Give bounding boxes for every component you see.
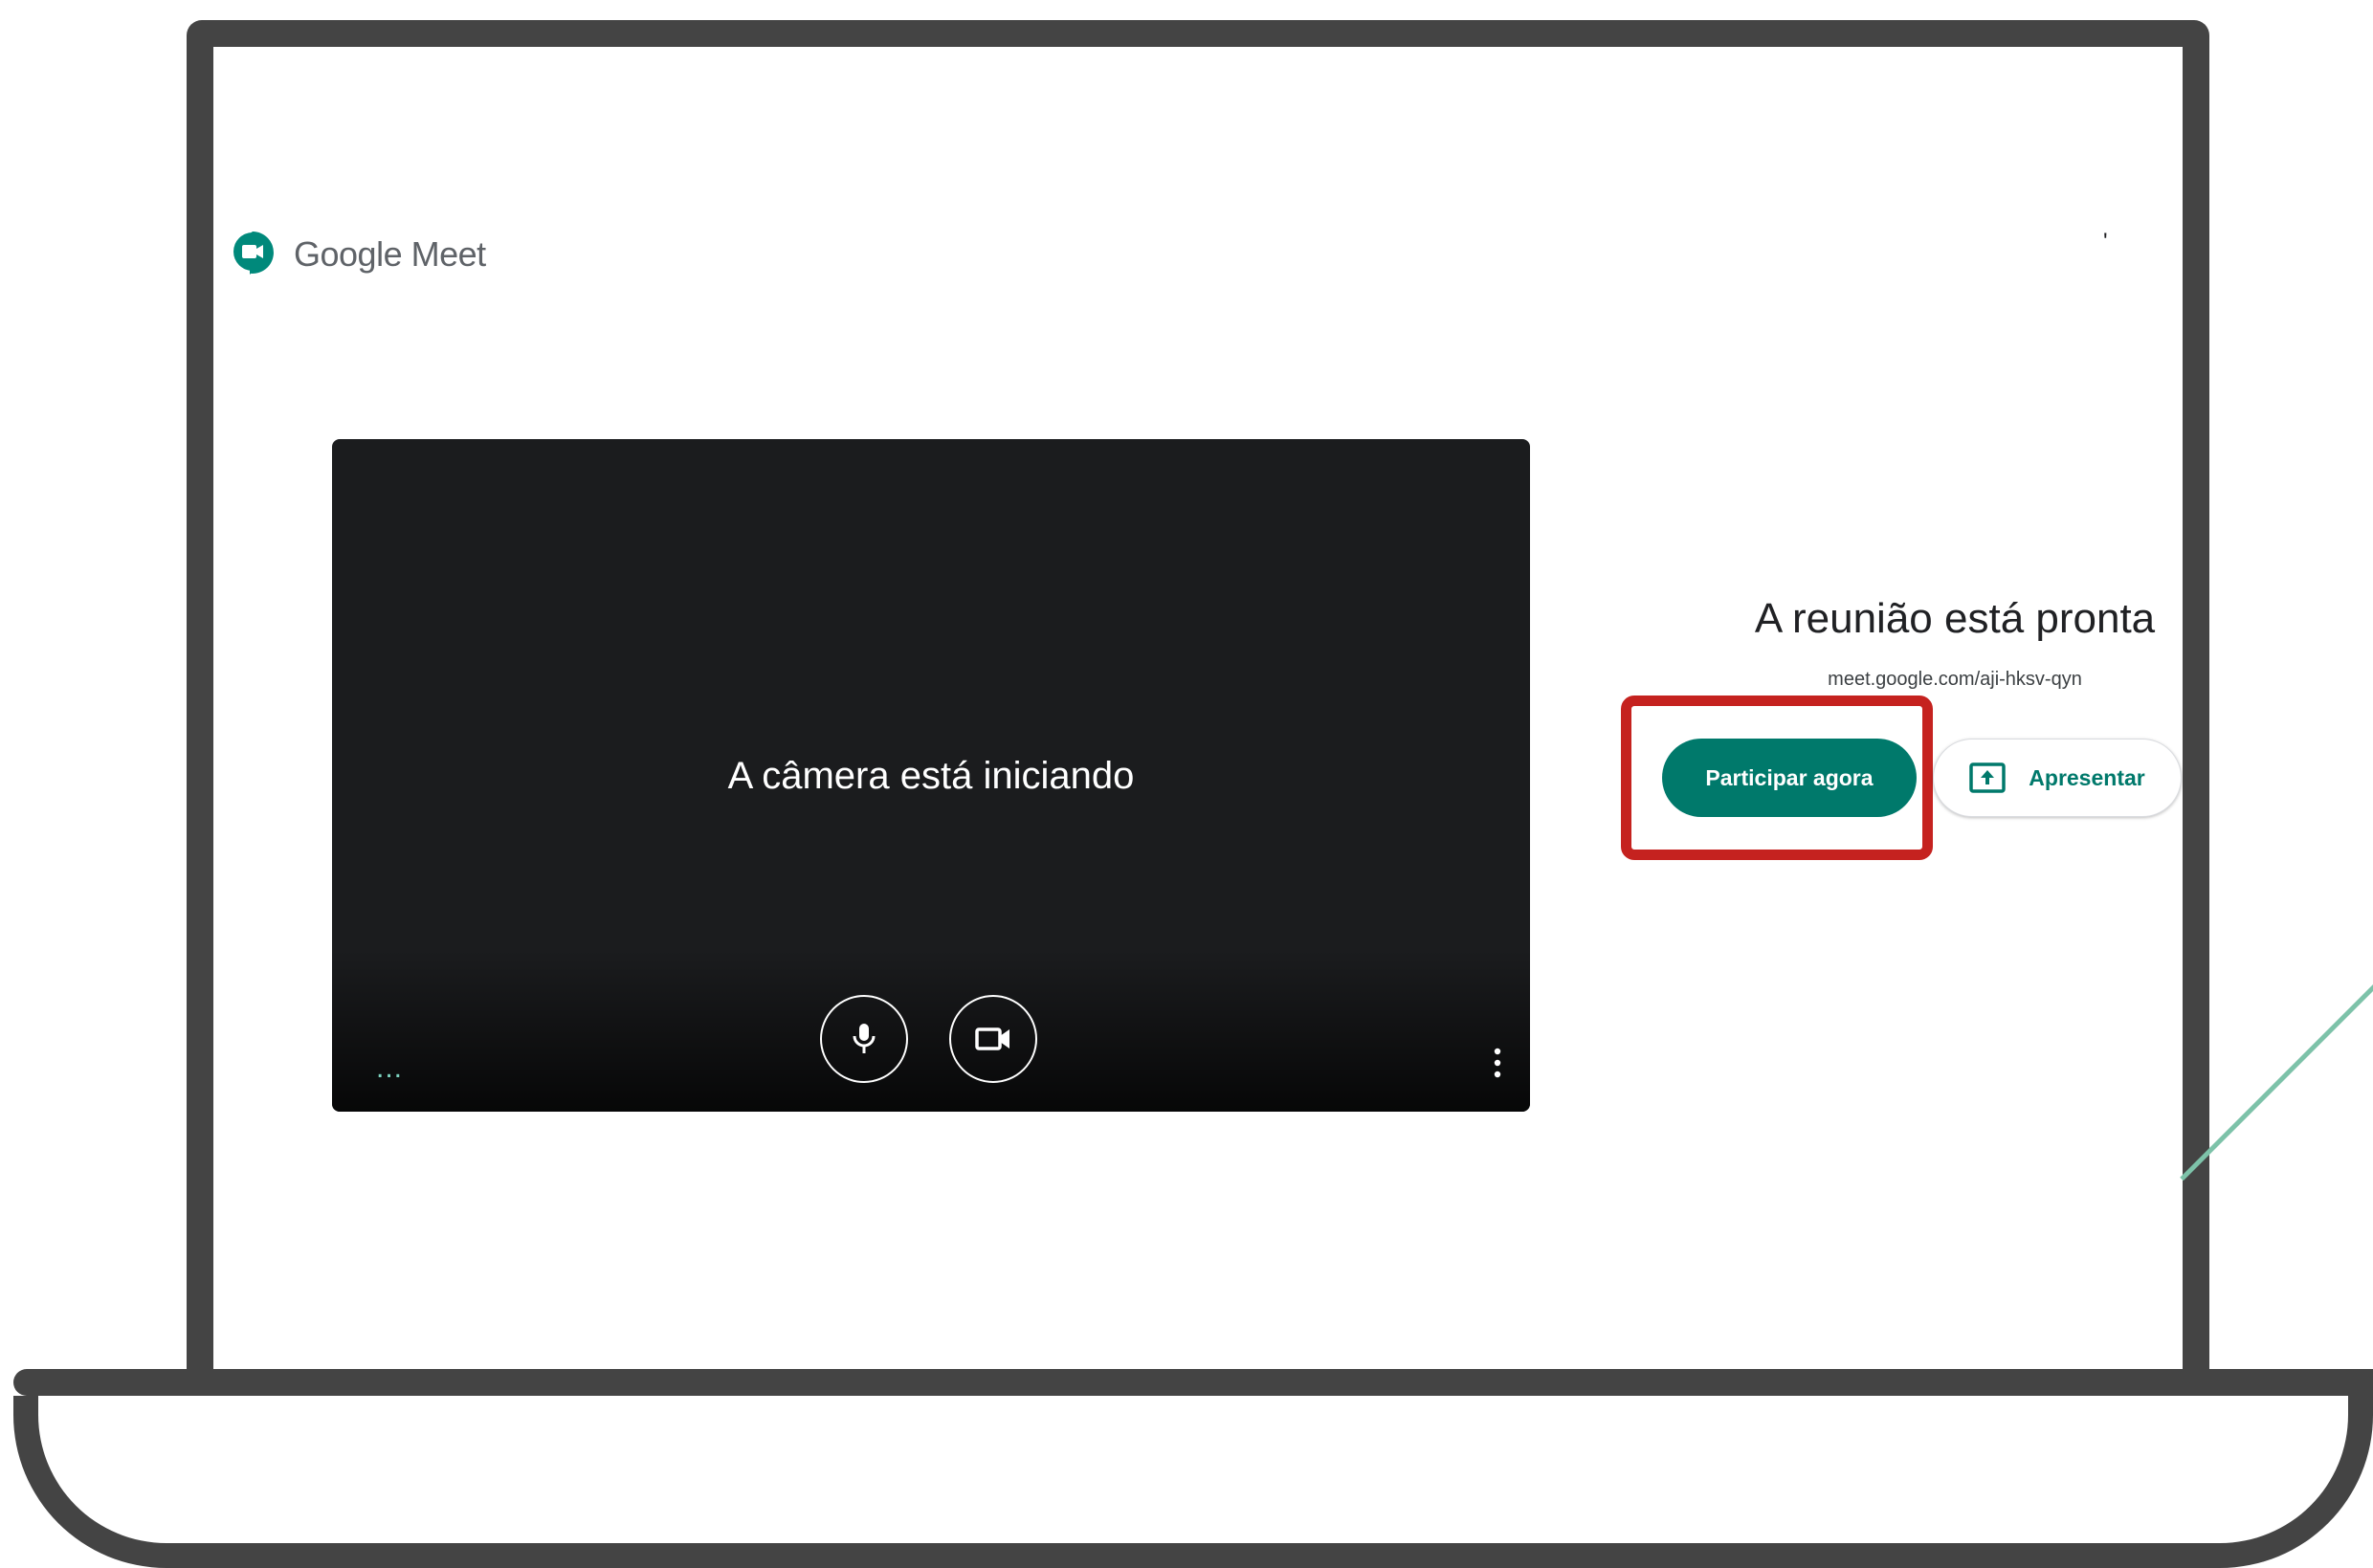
microphone-icon <box>853 1024 876 1053</box>
video-controls-shade <box>332 949 1530 1112</box>
header-mark: ' <box>2103 229 2108 254</box>
camera-toggle-button[interactable] <box>949 995 1037 1083</box>
present-to-all-icon <box>1969 762 2007 793</box>
present-button[interactable]: Apresentar <box>1933 739 2182 817</box>
browser-viewport: Google Meet ' A câmera está iniciando ..… <box>213 47 2183 1388</box>
meeting-ready-heading: A reunião está pronta <box>1754 595 2156 642</box>
highlight-annotation-box <box>1621 696 1933 860</box>
laptop-base-top <box>13 1369 2373 1396</box>
loading-dots: ... <box>376 1052 404 1084</box>
video-preview: A câmera está iniciando ... <box>332 439 1530 1112</box>
present-label: Apresentar <box>2029 764 2145 790</box>
videocam-icon <box>975 1027 1009 1050</box>
meeting-link[interactable]: meet.google.com/aji-hksv-qyn <box>1625 669 2183 691</box>
brand-title: Google Meet <box>294 234 486 274</box>
microphone-toggle-button[interactable] <box>820 995 908 1083</box>
laptop-base <box>13 1396 2373 1568</box>
camera-status-text: A câmera está iniciando <box>727 755 1135 797</box>
google-meet-logo-icon <box>233 232 274 275</box>
more-vert-icon[interactable] <box>1486 1046 1509 1080</box>
